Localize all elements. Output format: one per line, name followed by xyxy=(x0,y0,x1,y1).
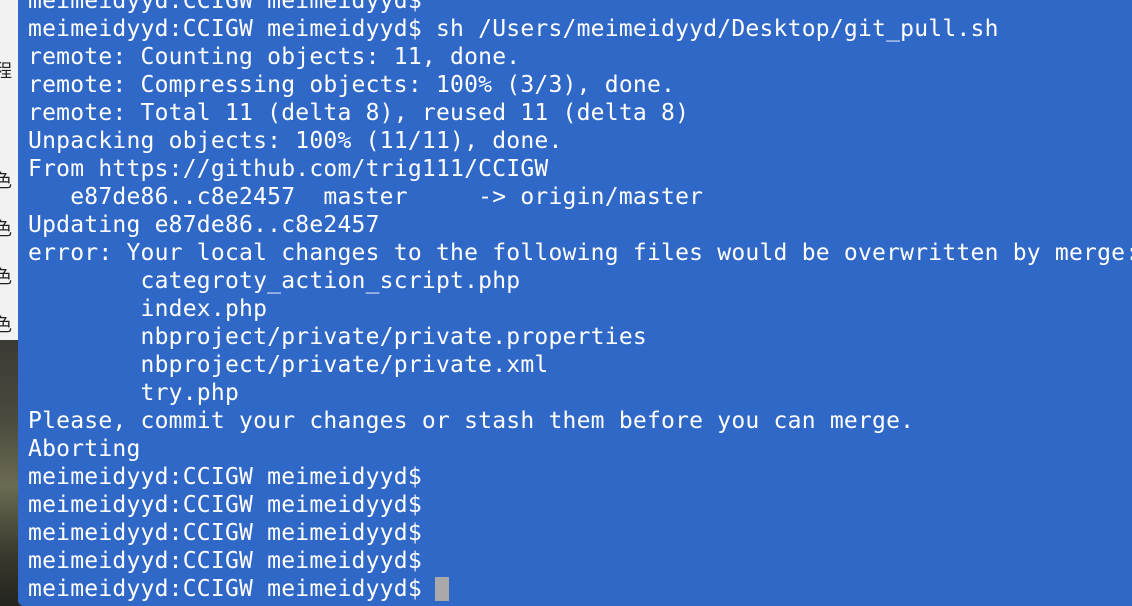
terminal-line: meimeidyyd:CCIGW meimeidyyd$ sh /Users/m… xyxy=(28,16,999,42)
terminal-line: nbproject/private/private.properties xyxy=(28,324,647,350)
terminal-prompt: meimeidyyd:CCIGW meimeidyyd$ xyxy=(28,576,422,602)
background-char: 色 xyxy=(0,267,12,288)
terminal-line: Please, commit your changes or stash the… xyxy=(28,408,915,434)
terminal-line: try.php xyxy=(28,380,240,406)
terminal-line: Unpacking objects: 100% (11/11), done. xyxy=(28,128,563,154)
terminal-line: Aborting xyxy=(28,436,141,462)
background-char: 色 xyxy=(0,171,12,192)
terminal-line: meimeidyyd:CCIGW meimeidyyd$ xyxy=(28,548,422,574)
terminal-line: error: Your local changes to the followi… xyxy=(28,240,1132,266)
terminal-cursor[interactable] xyxy=(434,577,449,601)
terminal-line: meimeidyyd:CCIGW meimeidyyd$ xyxy=(28,0,422,14)
terminal-line: remote: Total 11 (delta 8), reused 11 (d… xyxy=(28,100,690,126)
terminal-line: meimeidyyd:CCIGW meimeidyyd$ xyxy=(28,492,422,518)
terminal-line: meimeidyyd:CCIGW meimeidyyd$ xyxy=(28,520,422,546)
terminal-line: categroty_action_script.php xyxy=(28,268,521,294)
background-char: 色 xyxy=(0,219,12,240)
terminal-line: nbproject/private/private.xml xyxy=(28,352,549,378)
background-window-strip: 程 色 色 色 色 xyxy=(0,0,18,606)
background-char: 色 xyxy=(0,315,12,336)
terminal-line: remote: Counting objects: 11, done. xyxy=(28,44,521,70)
terminal-line: remote: Compressing objects: 100% (3/3),… xyxy=(28,72,676,98)
terminal-line: From https://github.com/trig111/CCIGW xyxy=(28,156,549,182)
terminal-line: index.php xyxy=(28,296,268,322)
terminal-line: e87de86..c8e2457 master -> origin/master xyxy=(28,184,704,210)
terminal-window[interactable]: meimeidyyd:CCIGW meimeidyyd$ meimeidyyd:… xyxy=(18,0,1132,606)
terminal-prompt-line[interactable]: meimeidyyd:CCIGW meimeidyyd$ xyxy=(28,575,1132,603)
background-desktop-image xyxy=(0,340,18,606)
background-char: 程 xyxy=(0,61,12,82)
terminal-output: meimeidyyd:CCIGW meimeidyyd$ meimeidyyd:… xyxy=(28,0,1132,603)
terminal-line: meimeidyyd:CCIGW meimeidyyd$ xyxy=(28,464,422,490)
terminal-line: Updating e87de86..c8e2457 xyxy=(28,212,380,238)
